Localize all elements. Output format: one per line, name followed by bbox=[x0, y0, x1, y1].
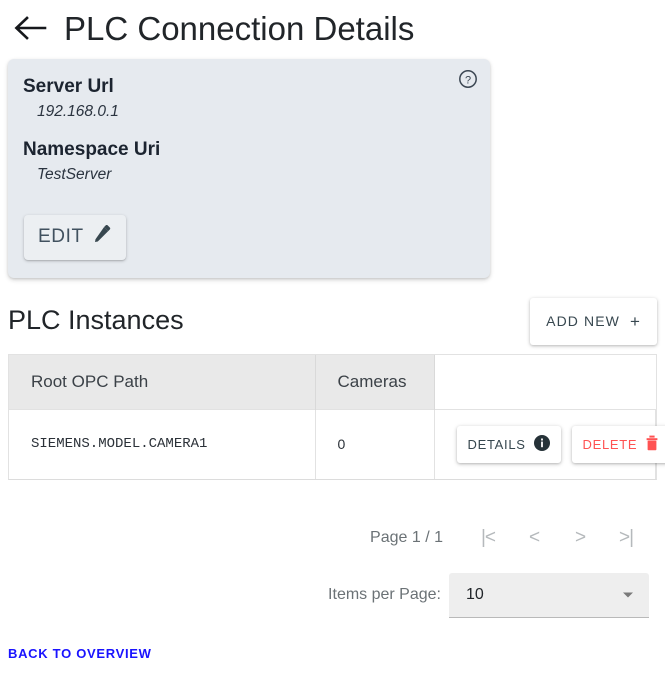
edit-button-label: EDIT bbox=[38, 226, 84, 248]
items-per-page-label: Items per Page: bbox=[328, 586, 441, 604]
instances-title: PLC Instances bbox=[8, 304, 184, 335]
items-per-page-select[interactable]: 10 bbox=[449, 572, 649, 618]
delete-button[interactable]: DELETE bbox=[571, 425, 665, 463]
arrow-left-icon bbox=[13, 15, 47, 41]
edit-button[interactable]: EDIT bbox=[24, 214, 126, 260]
column-header-root-opc-path: Root OPC Path bbox=[9, 354, 316, 410]
cell-root-opc-path: SIEMENS.MODEL.CAMERA1 bbox=[9, 408, 316, 479]
field-label-namespace-uri: Namespace Uri bbox=[23, 138, 161, 160]
table-header-row: Root OPC Path Cameras bbox=[9, 354, 656, 410]
plus-icon: + bbox=[629, 311, 641, 331]
instances-header-row: PLC Instances ADD NEW + bbox=[8, 297, 657, 345]
paginator: Page 1 / 1 |< < > >| Items per Page: 10 bbox=[0, 521, 649, 618]
trash-icon bbox=[645, 435, 659, 454]
back-to-overview-link[interactable]: BACK TO OVERVIEW bbox=[8, 646, 152, 661]
last-page-button[interactable]: >| bbox=[603, 521, 649, 555]
field-label-server-url: Server Url bbox=[23, 76, 114, 97]
chevron-down-icon bbox=[623, 592, 633, 598]
add-new-label: ADD NEW bbox=[546, 313, 620, 330]
info-circle-icon bbox=[533, 434, 550, 454]
field-value-namespace-uri: TestServer bbox=[37, 165, 112, 183]
connection-details-card: ? Server Url 192.168.0.1 Namespace Uri T… bbox=[8, 59, 490, 278]
svg-text:?: ? bbox=[465, 74, 471, 86]
first-page-button[interactable]: |< bbox=[465, 521, 511, 555]
items-per-page-value: 10 bbox=[466, 585, 484, 603]
plc-instances-table: Root OPC Path Cameras SIEMENS.MODEL.CAME… bbox=[9, 354, 665, 479]
back-button[interactable] bbox=[10, 8, 50, 48]
details-button[interactable]: DETAILS bbox=[456, 425, 561, 463]
page-header: PLC Connection Details bbox=[0, 0, 665, 52]
plc-instances-table-wrapper: Root OPC Path Cameras SIEMENS.MODEL.CAME… bbox=[8, 353, 665, 480]
help-circle-icon[interactable]: ? bbox=[458, 69, 478, 89]
column-header-actions bbox=[434, 354, 656, 410]
add-new-button[interactable]: ADD NEW + bbox=[530, 297, 657, 345]
paginator-page-row: Page 1 / 1 |< < > >| bbox=[370, 521, 649, 555]
table-row: SIEMENS.MODEL.CAMERA1 0 DETAILS DELETE bbox=[9, 408, 665, 479]
page-indicator: Page 1 / 1 bbox=[370, 528, 443, 546]
cell-actions: DETAILS DELETE bbox=[434, 408, 665, 479]
cell-cameras: 0 bbox=[315, 408, 435, 479]
delete-button-label: DELETE bbox=[582, 436, 638, 452]
next-page-button[interactable]: > bbox=[557, 521, 603, 555]
items-per-page-row: Items per Page: 10 bbox=[328, 572, 649, 618]
previous-page-button[interactable]: < bbox=[511, 521, 557, 555]
field-value-server-url: 192.168.0.1 bbox=[37, 102, 119, 120]
pencil-icon bbox=[93, 224, 112, 250]
column-header-cameras: Cameras bbox=[315, 354, 435, 410]
page-title: PLC Connection Details bbox=[64, 9, 415, 47]
details-button-label: DETAILS bbox=[467, 436, 526, 452]
